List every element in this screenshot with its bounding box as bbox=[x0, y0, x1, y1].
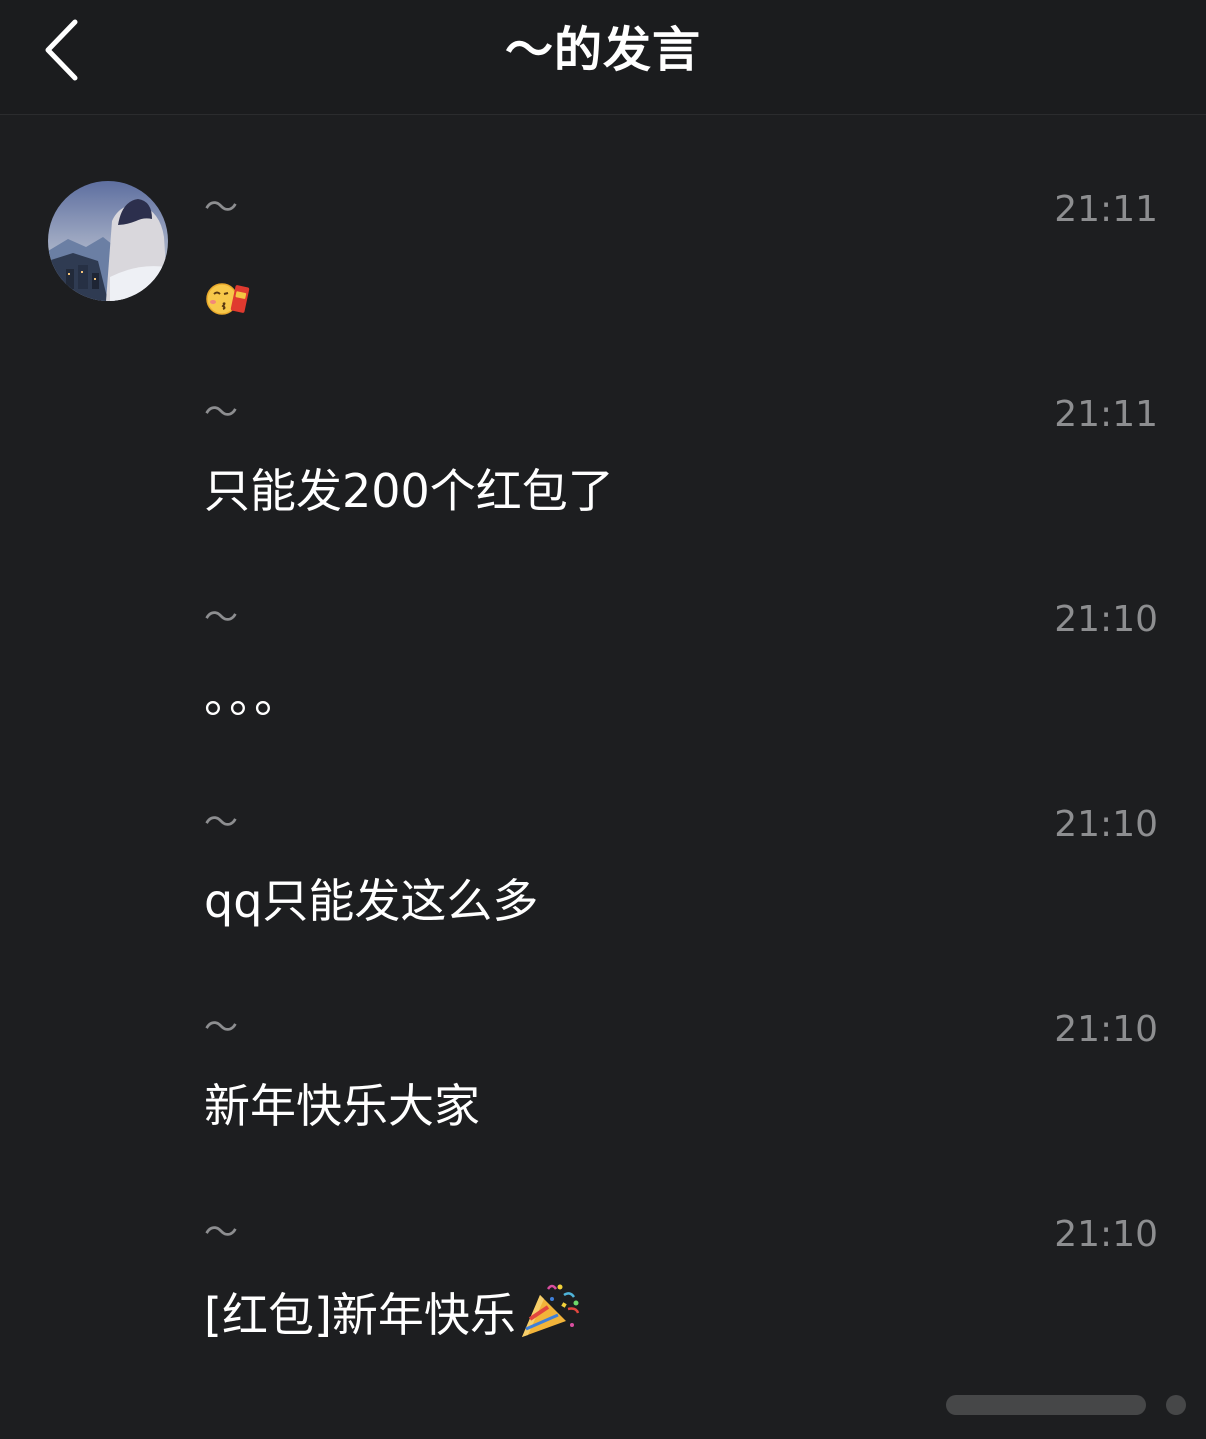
message-time: 21:11 bbox=[1054, 189, 1158, 230]
message-content bbox=[204, 262, 250, 322]
message-content: [红包]新年快乐 bbox=[204, 1281, 582, 1345]
top-bar: ～的发言 bbox=[0, 0, 1206, 115]
sender-name: ～ bbox=[204, 1008, 238, 1048]
message-item[interactable]: ～ 21:10 。。。 bbox=[204, 598, 1158, 778]
message-text: [红包]新年快乐 bbox=[204, 1288, 516, 1342]
sender-name: ～ bbox=[204, 393, 238, 433]
message-text: 。。。 bbox=[204, 669, 302, 723]
message-item[interactable]: ～ 21:10 [红包]新年快乐 bbox=[204, 1213, 1158, 1393]
message-time: 21:10 bbox=[1054, 1009, 1158, 1050]
kissing-face-red-envelope-icon bbox=[206, 278, 250, 318]
party-popper-icon bbox=[518, 1281, 582, 1341]
message-text: qq只能发这么多 bbox=[204, 874, 539, 928]
message-time: 21:10 bbox=[1054, 1214, 1158, 1255]
sender-name: ～ bbox=[204, 188, 238, 228]
watermark bbox=[946, 1385, 1196, 1425]
message-item[interactable]: ～ 21:11 bbox=[204, 188, 1158, 368]
message-time: 21:11 bbox=[1054, 394, 1158, 435]
page-title: ～的发言 bbox=[504, 22, 701, 78]
sender-name: ～ bbox=[204, 1213, 238, 1253]
message-item[interactable]: ～ 21:10 qq只能发这么多 bbox=[204, 803, 1158, 983]
message-text: 新年快乐大家 bbox=[204, 1079, 480, 1133]
message-time: 21:10 bbox=[1054, 804, 1158, 845]
message-item[interactable]: ～ 21:11 只能发200个红包了 bbox=[204, 393, 1158, 573]
message-item[interactable]: ～ 21:10 新年快乐大家 bbox=[204, 1008, 1158, 1188]
message-time: 21:10 bbox=[1054, 599, 1158, 640]
message-text: 只能发200个红包了 bbox=[204, 464, 614, 518]
avatar[interactable] bbox=[48, 181, 168, 301]
sender-name: ～ bbox=[204, 598, 238, 638]
sender-name: ～ bbox=[204, 803, 238, 843]
